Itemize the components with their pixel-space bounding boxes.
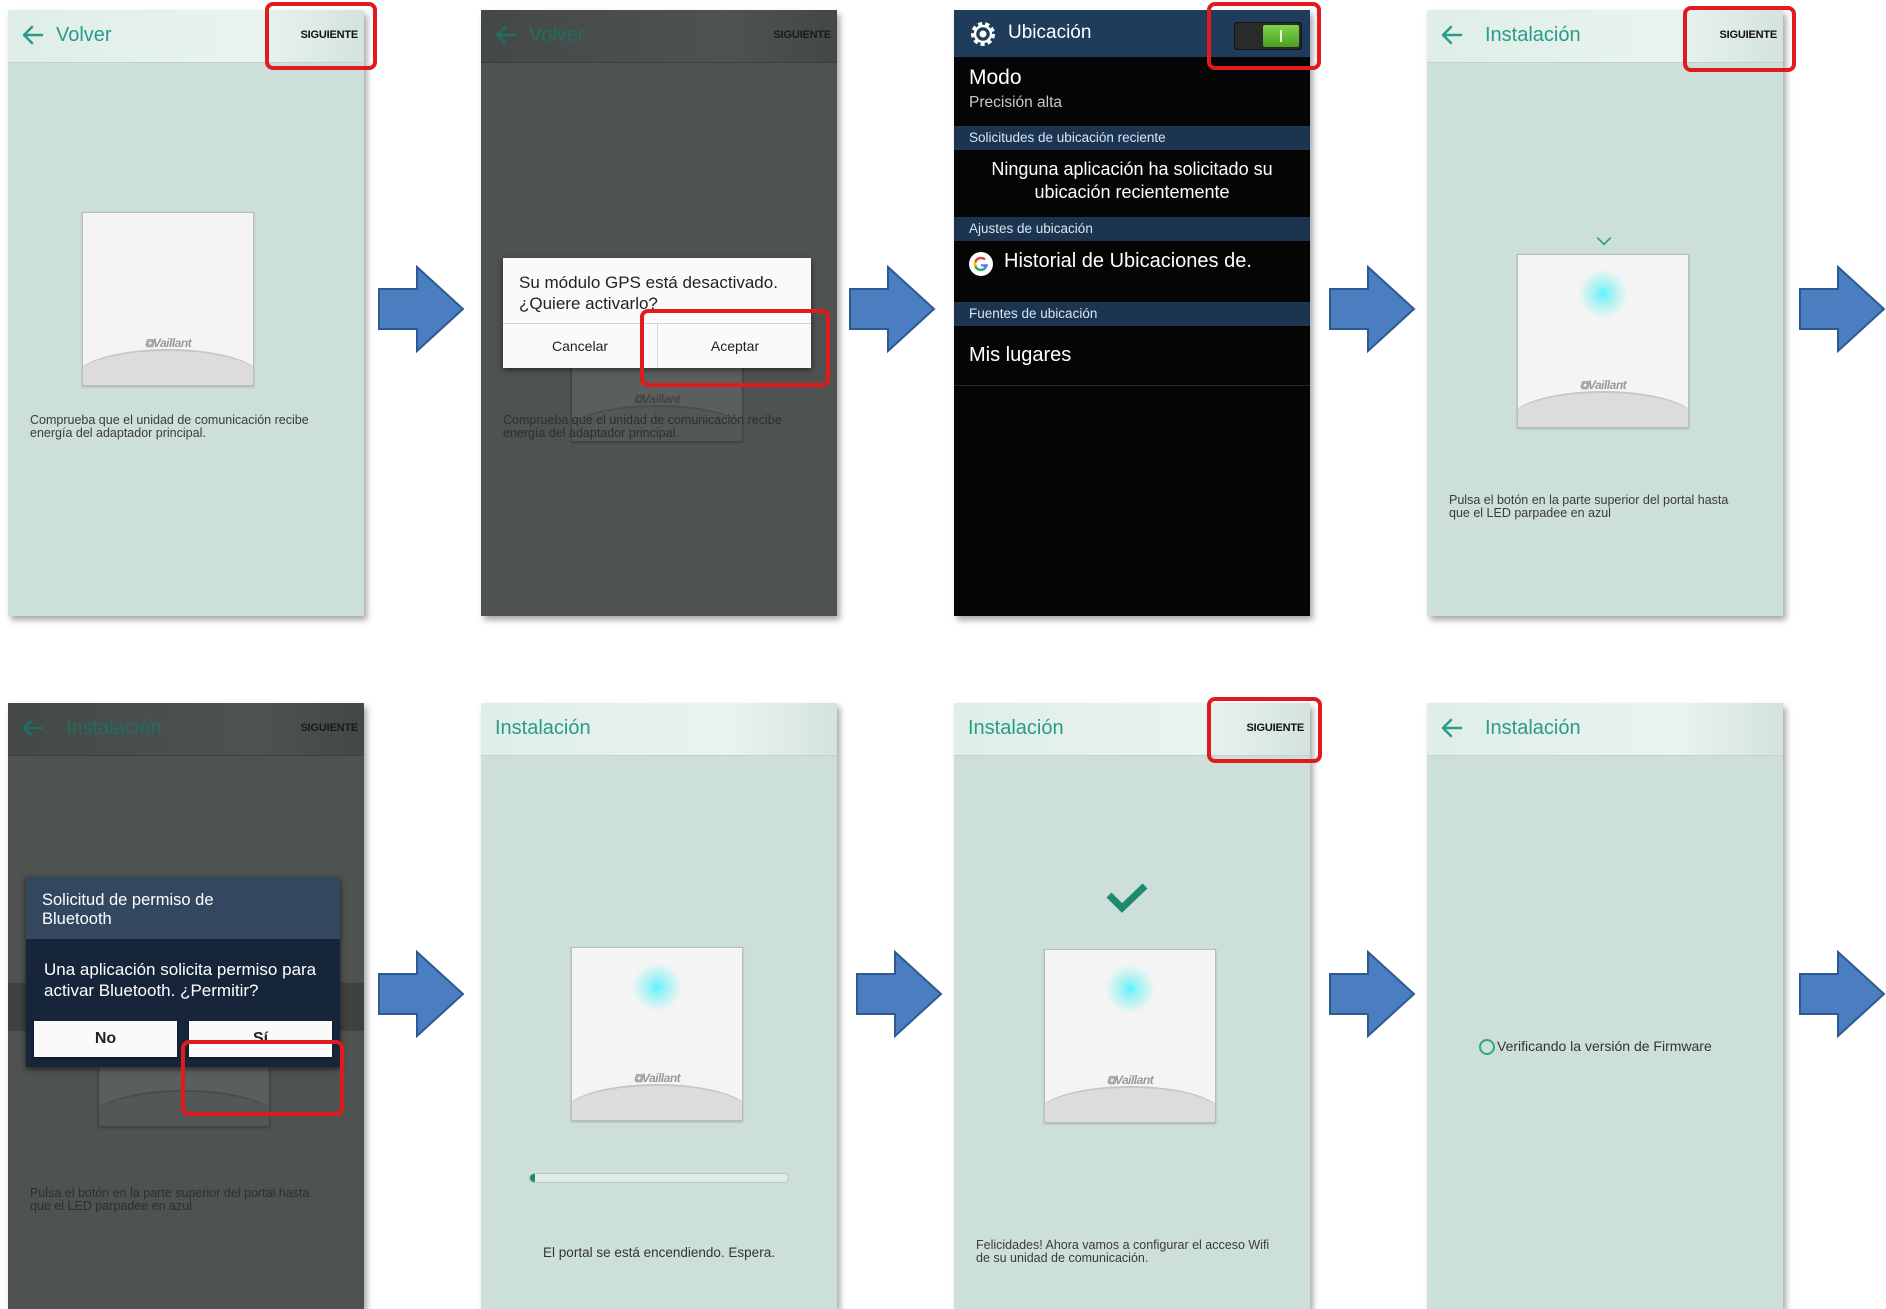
instruction-text: Pulsa el botón en la parte superior del … xyxy=(30,1186,310,1213)
no-button[interactable]: No xyxy=(34,1021,177,1057)
section-location-sources: Fuentes de ubicación xyxy=(954,302,1310,326)
gps-dialog-message: Su módulo GPS está desactivado. ¿Quiere … xyxy=(519,273,778,313)
section-recent-requests: Solicitudes de ubicación reciente xyxy=(954,126,1310,150)
device-illustration: ⧉Vaillant xyxy=(1517,254,1689,428)
screen-title: Instalación xyxy=(66,717,162,739)
step-6-screen: Instalación ⧉Vaillant El portal se está … xyxy=(481,703,837,1309)
mode-row[interactable]: Modo Precisión alta xyxy=(954,66,1310,126)
device-base xyxy=(1518,391,1688,427)
flow-arrow-icon xyxy=(1328,265,1416,353)
flow-arrow-icon xyxy=(1798,950,1886,1038)
step-5-screen: Instalación SIGUIENTE Pulsa el botón en … xyxy=(8,703,364,1309)
led-blue xyxy=(632,962,682,1012)
app-bar: Instalación xyxy=(1427,703,1783,756)
back-arrow-icon[interactable] xyxy=(20,715,46,741)
screen-title: Instalación xyxy=(495,717,591,739)
flow-arrow-icon xyxy=(1328,950,1416,1038)
highlight-yes-button xyxy=(181,1040,344,1116)
device-illustration: ⧉Vaillant xyxy=(82,212,254,386)
back-label[interactable]: Volver xyxy=(529,24,585,47)
step-8-screen: Instalación Verificando la versión de Fi… xyxy=(1427,703,1783,1309)
highlight-accept-button xyxy=(640,309,830,387)
highlight-next-button xyxy=(1683,6,1796,72)
screen-title: Instalación xyxy=(1485,24,1581,46)
led-blue xyxy=(1578,269,1628,319)
app-bar: Instalación xyxy=(481,703,837,756)
step-3-screen: Ubicación Modo Precisión alta Solicitude… xyxy=(954,10,1310,616)
device-illustration: ⧉Vaillant xyxy=(1044,949,1216,1123)
device-illustration: ⧉Vaillant xyxy=(571,947,743,1121)
section-location-settings: Ajustes de ubicación xyxy=(954,217,1310,241)
bluetooth-dialog: Solicitud de permiso de Bluetooth Una ap… xyxy=(26,877,340,1067)
recent-empty-row: Ninguna aplicación ha solicitado su ubic… xyxy=(954,158,1310,212)
flow-arrow-icon xyxy=(377,265,465,353)
step-1-screen: Volver SIGUIENTE ⧉Vaillant Comprueba que… xyxy=(8,10,364,616)
check-icon xyxy=(1106,883,1148,913)
flow-arrow-icon xyxy=(377,950,465,1038)
gear-icon xyxy=(971,22,995,46)
app-bar: Instalación SIGUIENTE xyxy=(8,703,364,756)
bluetooth-dialog-header: Solicitud de permiso de Bluetooth xyxy=(26,877,340,939)
device-base xyxy=(83,349,253,385)
loading-spinner-icon xyxy=(1479,1039,1495,1055)
status-text: El portal se está encendiendo. Espera. xyxy=(543,1245,775,1260)
progress-bar xyxy=(529,1173,789,1183)
google-icon xyxy=(969,252,993,276)
back-arrow-icon[interactable] xyxy=(493,22,519,48)
instruction-text: Pulsa el botón en la parte superior del … xyxy=(1449,493,1729,520)
highlight-location-toggle xyxy=(1207,2,1321,70)
back-arrow-icon[interactable] xyxy=(1439,715,1465,741)
vaillant-logo: ⧉Vaillant xyxy=(1106,1073,1154,1087)
bluetooth-dialog-message: Una aplicación solicita permiso para act… xyxy=(44,960,317,1000)
vaillant-logo: ⧉Vaillant xyxy=(633,1071,681,1085)
app-bar: Volver SIGUIENTE xyxy=(481,10,837,63)
back-arrow-icon[interactable] xyxy=(20,22,46,48)
history-row[interactable]: Historial de Ubicaciones de. xyxy=(954,250,1310,294)
step-7-screen: Instalación SIGUIENTE ⧉Vaillant Felicida… xyxy=(954,703,1310,1309)
places-row[interactable]: Mis lugares xyxy=(954,344,1310,384)
next-button[interactable]: SIGUIENTE xyxy=(774,29,832,41)
cancel-button[interactable]: Cancelar xyxy=(503,324,657,368)
mode-label: Modo xyxy=(969,66,1022,89)
recent-empty-text: Ninguna aplicación ha solicitado su ubic… xyxy=(991,159,1273,202)
device-base xyxy=(1045,1086,1215,1122)
instruction-text: Comprueba que el unidad de comunicación … xyxy=(30,413,309,440)
chevron-down-icon xyxy=(1596,237,1612,246)
step-4-screen: Instalación SIGUIENTE ⧉Vaillant Pulsa el… xyxy=(1427,10,1783,616)
history-label: Historial de Ubicaciones de. xyxy=(1004,250,1252,272)
mode-value: Precisión alta xyxy=(969,94,1063,111)
screen-title: Instalación xyxy=(968,717,1064,739)
back-label[interactable]: Volver xyxy=(56,24,112,47)
led-blue xyxy=(1105,964,1155,1014)
status-text: Verificando la versión de Firmware xyxy=(1497,1038,1712,1054)
vaillant-logo: ⧉Vaillant xyxy=(633,392,681,406)
highlight-next-button xyxy=(1207,697,1322,763)
back-arrow-icon[interactable] xyxy=(1439,22,1465,48)
flow-arrow-icon xyxy=(855,950,943,1038)
progress-fill xyxy=(530,1174,536,1182)
row-divider xyxy=(954,385,1310,386)
bluetooth-dialog-title: Solicitud de permiso de Bluetooth xyxy=(42,891,214,928)
highlight-next-button xyxy=(265,2,377,70)
flow-arrow-icon xyxy=(1798,265,1886,353)
device-base xyxy=(572,1084,742,1120)
places-label: Mis lugares xyxy=(969,344,1072,366)
vaillant-logo: ⧉Vaillant xyxy=(1579,378,1627,392)
vaillant-logo: ⧉Vaillant xyxy=(144,336,192,350)
next-button[interactable]: SIGUIENTE xyxy=(301,722,359,734)
success-text: Felicidades! Ahora vamos a configurar el… xyxy=(976,1238,1270,1265)
instruction-text: Comprueba que el unidad de comunicación … xyxy=(503,413,782,440)
screen-title: Instalación xyxy=(1485,717,1581,739)
flow-arrow-icon xyxy=(848,265,936,353)
location-title: Ubicación xyxy=(1008,22,1092,43)
